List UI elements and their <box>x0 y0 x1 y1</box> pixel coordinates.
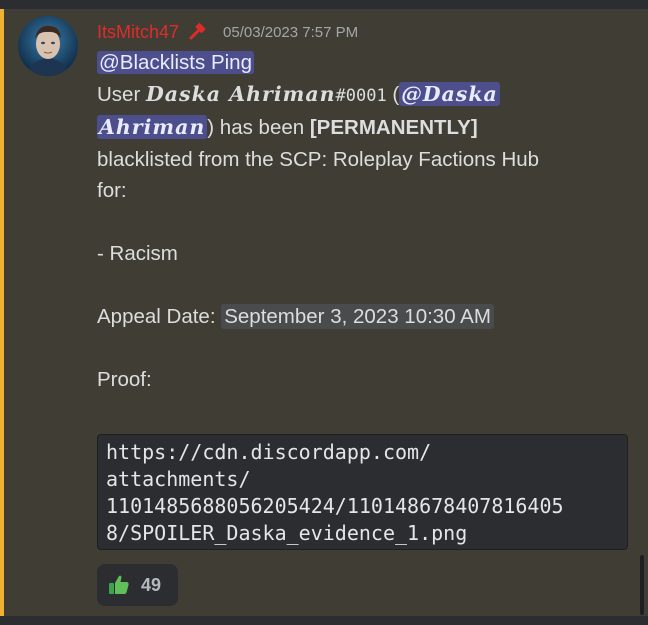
code-line: https://cdn.discordapp.com/ <box>106 440 432 464</box>
discriminator: #0001 <box>335 85 387 106</box>
code-line: attachments/ <box>106 467 251 491</box>
role-mention[interactable]: @Blacklists Ping <box>97 51 254 74</box>
blacklist-text: blacklisted from the SCP: Roleplay Facti… <box>97 147 540 171</box>
scrollbar-thumb[interactable] <box>640 555 644 615</box>
user-mention-continued[interactable]: Ahriman <box>97 115 208 139</box>
has-been-text: ) has been <box>207 116 305 139</box>
author-username[interactable]: ItsMitch47 <box>97 22 179 43</box>
avatar-image <box>18 16 78 76</box>
message-header: ItsMitch47 05/03/2023 7:57 PM <box>97 18 358 46</box>
user-word: User <box>97 82 141 106</box>
appeal-label: Appeal Date: <box>97 305 216 328</box>
user-mention[interactable]: @Daska <box>399 81 500 106</box>
reaction-thumbs-up[interactable]: 49 <box>97 564 178 606</box>
code-block[interactable]: https://cdn.discordapp.com/ attachments/… <box>97 434 628 550</box>
appeal-date-timestamp[interactable]: September 3, 2023 10:30 AM <box>221 304 494 329</box>
for-text: for: <box>97 179 127 202</box>
bottom-divider <box>0 616 648 625</box>
blacklisted-username: Daska Ahriman <box>146 81 336 106</box>
code-line: 8/SPOILER_Daska_evidence_1.png <box>106 521 468 545</box>
reason-text: - Racism <box>97 242 178 265</box>
reaction-count: 49 <box>141 574 162 595</box>
role-hammer-icon <box>189 23 206 40</box>
code-line: 1101485688056205424/110148678407816405 <box>106 494 564 518</box>
thumbs-up-icon <box>109 575 129 594</box>
message-timestamp[interactable]: 05/03/2023 7:57 PM <box>223 24 358 41</box>
mention-highlight-strip <box>0 9 4 616</box>
proof-label: Proof: <box>97 368 152 391</box>
top-divider <box>0 0 648 9</box>
avatar[interactable] <box>18 16 78 76</box>
permanently-label: [PERMANENTLY] <box>309 116 478 139</box>
message-content: @Blacklists Ping User Daska Ahriman#0001… <box>97 47 637 396</box>
